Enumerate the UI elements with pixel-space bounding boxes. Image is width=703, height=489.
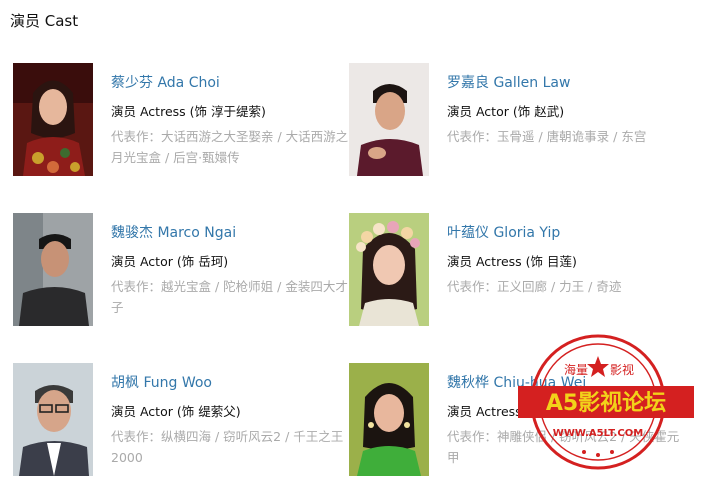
section-title: 演员 Cast bbox=[10, 12, 79, 30]
cast-photo[interactable] bbox=[13, 363, 93, 476]
works-label: 代表作： bbox=[111, 279, 162, 294]
representative-works: 代表作：玉骨遥 / 唐朝诡事录 / 东宫 bbox=[447, 126, 687, 147]
representative-works: 代表作：大话西游之大圣娶亲 / 大话西游之月光宝盒 / 后宫·甄嬛传 bbox=[111, 126, 351, 168]
cast-photo[interactable] bbox=[349, 213, 429, 326]
works-label: 代表作： bbox=[447, 279, 498, 294]
actor-role: 演员 Actress (饰 刘晋母) bbox=[447, 404, 590, 419]
actor-role: 演员 Actor (饰 缇萦父) bbox=[111, 404, 241, 419]
works-label: 代表作： bbox=[447, 429, 498, 444]
cast-card: 魏骏杰 Marco Ngai 演员 Actor (饰 岳珂) 代表作：越光宝盒 … bbox=[13, 213, 358, 333]
actor-role: 演员 Actor (饰 赵武) bbox=[447, 104, 565, 119]
cast-photo[interactable] bbox=[349, 63, 429, 176]
actor-name-link[interactable]: 蔡少芬 Ada Choi bbox=[111, 72, 220, 92]
representative-works: 代表作：神雕侠侣 / 窃听风云2 / 天侠霍元甲 bbox=[447, 426, 687, 468]
actor-name-link[interactable]: 魏骏杰 Marco Ngai bbox=[111, 222, 236, 242]
actor-role: 演员 Actor (饰 岳珂) bbox=[111, 254, 229, 269]
actor-name-link[interactable]: 罗嘉良 Gallen Law bbox=[447, 72, 570, 92]
cast-card: 罗嘉良 Gallen Law 演员 Actor (饰 赵武) 代表作：玉骨遥 /… bbox=[349, 63, 694, 183]
actor-name-link[interactable]: 胡枫 Fung Woo bbox=[111, 372, 212, 392]
actor-name-link[interactable]: 魏秋桦 Chiu-hua Wei bbox=[447, 372, 586, 392]
works-label: 代表作： bbox=[447, 129, 498, 144]
cast-photo[interactable] bbox=[13, 213, 93, 326]
works-list[interactable]: 正义回廊 / 力王 / 奇迹 bbox=[497, 279, 621, 294]
actor-name-link[interactable]: 叶蕴仪 Gloria Yip bbox=[447, 222, 560, 242]
cast-card: 叶蕴仪 Gloria Yip 演员 Actress (饰 目莲) 代表作：正义回… bbox=[349, 213, 694, 333]
representative-works: 代表作：越光宝盒 / 陀枪师姐 / 金装四大才子 bbox=[111, 276, 351, 318]
cast-card: 胡枫 Fung Woo 演员 Actor (饰 缇萦父) 代表作：纵横四海 / … bbox=[13, 363, 358, 483]
works-label: 代表作： bbox=[111, 429, 162, 444]
works-list[interactable]: 玉骨遥 / 唐朝诡事录 / 东宫 bbox=[497, 129, 646, 144]
representative-works: 代表作：纵横四海 / 窃听风云2 / 千王之王2000 bbox=[111, 426, 351, 468]
representative-works: 代表作：正义回廊 / 力王 / 奇迹 bbox=[447, 276, 687, 297]
cast-card: 魏秋桦 Chiu-hua Wei 演员 Actress (饰 刘晋母) 代表作：… bbox=[349, 363, 694, 483]
cast-card: 蔡少芬 Ada Choi 演员 Actress (饰 淳于缇萦) 代表作：大话西… bbox=[13, 63, 358, 183]
cast-photo[interactable] bbox=[349, 363, 429, 476]
actor-role: 演员 Actress (饰 淳于缇萦) bbox=[111, 104, 266, 119]
actor-role: 演员 Actress (饰 目莲) bbox=[447, 254, 577, 269]
cast-photo[interactable] bbox=[13, 63, 93, 176]
works-label: 代表作： bbox=[111, 129, 162, 144]
